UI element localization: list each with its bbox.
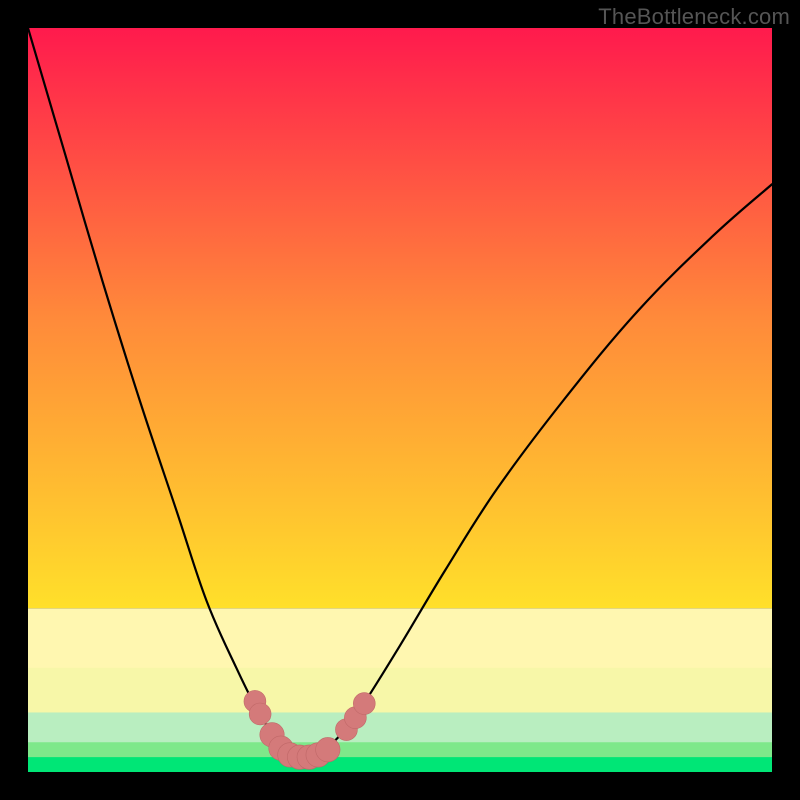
marker-dot [316,737,340,761]
marker-dot [244,690,266,712]
marker-dot [260,723,284,747]
marker-dot [269,736,293,760]
attribution-watermark: TheBottleneck.com [598,4,790,30]
marker-dot [278,743,302,767]
highlighted-markers [244,690,375,769]
marker-dot [249,703,271,725]
marker-dot [297,745,321,769]
gradient-background [28,28,772,772]
marker-dot [306,743,330,767]
marker-dot [287,745,311,769]
marker-dot [335,719,357,741]
outer-black-frame: TheBottleneck.com [0,0,800,800]
plot-area [28,28,772,772]
chart-svg [28,28,772,772]
marker-dot [353,693,375,715]
bottleneck-curve [28,28,772,757]
marker-dot [344,707,366,729]
